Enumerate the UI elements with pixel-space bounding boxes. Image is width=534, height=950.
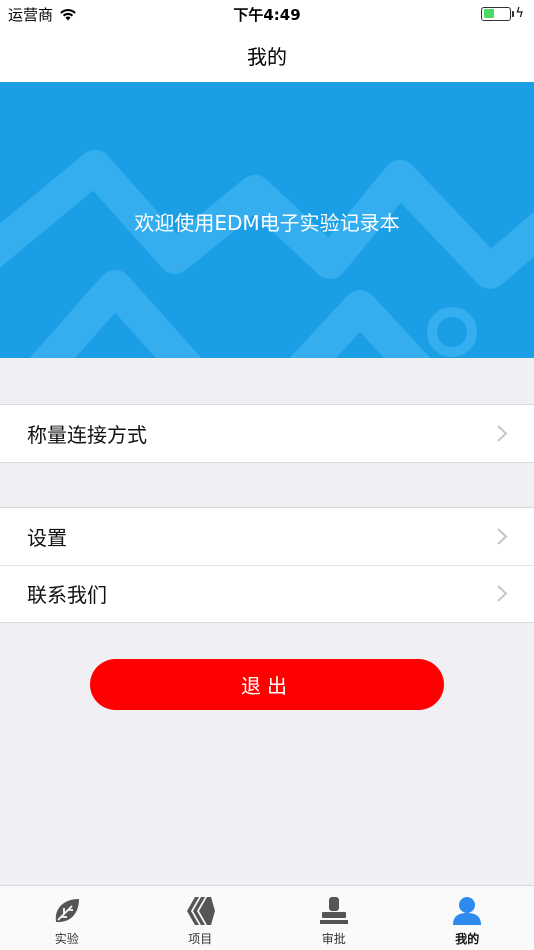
battery-icon — [481, 6, 515, 21]
tab-label: 审批 — [321, 932, 346, 946]
chevron-right-icon — [497, 528, 508, 545]
nav-bar: 我的 — [0, 28, 534, 82]
tab-label: 项目 — [188, 932, 213, 946]
menu-item-label: 联系我们 — [27, 583, 107, 607]
tab-project[interactable]: 项目 — [134, 886, 268, 950]
tab-label: 实验 — [54, 932, 79, 946]
welcome-banner: 欢迎使用EDM电子实验记录本 — [0, 82, 534, 358]
chevron-right-icon — [497, 585, 508, 602]
battery-fill — [483, 9, 494, 18]
tab-label: 我的 — [455, 932, 480, 946]
chevron-right-icon — [497, 425, 508, 442]
tab-approval[interactable]: 审批 — [267, 886, 401, 950]
settings-group-general: 设置 联系我们 — [0, 507, 534, 623]
charging-icon: ϟ — [515, 6, 524, 21]
status-time: 下午4:49 — [233, 6, 301, 24]
page-title: 我的 — [247, 44, 287, 69]
menu-item-label: 称量连接方式 — [27, 423, 147, 447]
menu-item-scale-connection[interactable]: 称量连接方式 — [0, 405, 534, 462]
menu-item-label: 设置 — [27, 526, 67, 550]
status-bar: 运营商 下午4:49 ϟ — [0, 0, 534, 28]
battery-indicator: ϟ — [481, 6, 524, 21]
banner-welcome-text: 欢迎使用EDM电子实验记录本 — [134, 211, 400, 235]
layers-icon — [187, 897, 216, 925]
tab-experiment[interactable]: 实验 — [0, 886, 134, 950]
settings-group-scale: 称量连接方式 — [0, 404, 534, 463]
menu-item-settings[interactable]: 设置 — [0, 508, 534, 565]
logout-button[interactable]: 退出 — [90, 659, 444, 710]
menu-item-contact-us[interactable]: 联系我们 — [0, 565, 534, 622]
stamp-icon — [319, 897, 348, 924]
tab-bar: 实验 项目 审批 我的 — [0, 885, 534, 950]
leaf-icon — [55, 899, 79, 923]
user-icon — [453, 897, 482, 925]
tab-mine[interactable]: 我的 — [401, 886, 534, 950]
